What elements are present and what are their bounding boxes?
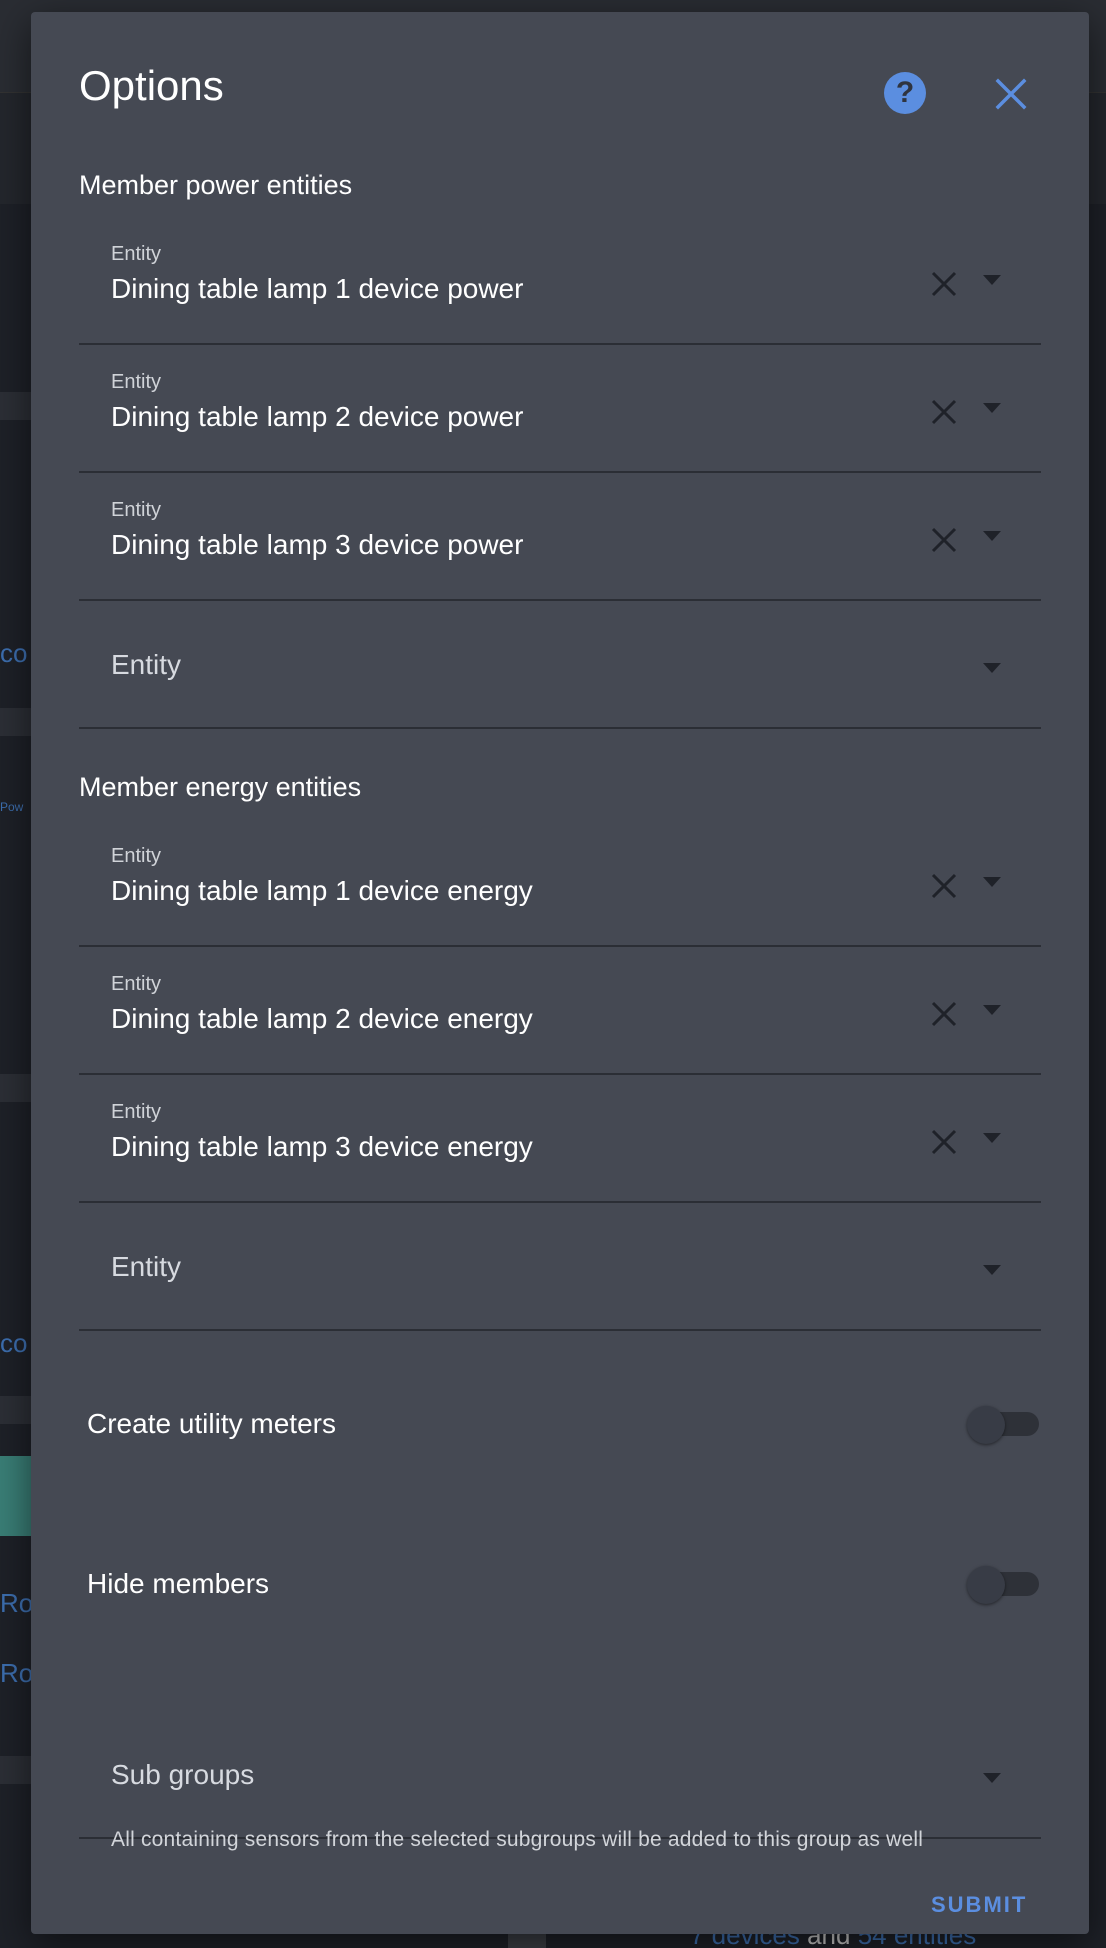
clear-icon[interactable] xyxy=(929,999,959,1029)
power-entity-field-empty[interactable]: Entity xyxy=(79,601,1041,729)
sub-groups-field[interactable]: Sub groups xyxy=(79,1711,1041,1839)
energy-entity-field-empty[interactable]: Entity xyxy=(79,1203,1041,1331)
energy-section-label: Member energy entities xyxy=(79,772,362,802)
submit-button[interactable]: SUBMIT xyxy=(931,1892,1027,1918)
background-link: co xyxy=(0,638,28,668)
field-label: Entity xyxy=(111,973,162,995)
energy-entity-field-3[interactable]: Entity Dining table lamp 3 device energy xyxy=(79,1075,1041,1203)
close-icon[interactable] xyxy=(991,74,1031,114)
power-entity-field-1[interactable]: Entity Dining table lamp 1 device power xyxy=(79,217,1041,345)
field-placeholder: Entity xyxy=(111,649,182,680)
clear-icon[interactable] xyxy=(929,1127,959,1157)
chevron-down-icon[interactable] xyxy=(981,529,1003,543)
chevron-down-icon[interactable] xyxy=(981,661,1003,675)
options-dialog: Options ? Member power entities Entity D… xyxy=(31,12,1089,1934)
power-entity-field-3[interactable]: Entity Dining table lamp 3 device power xyxy=(79,473,1041,601)
field-value: Dining table lamp 3 device energy xyxy=(111,1131,533,1162)
background-scroll-thumb xyxy=(508,1934,546,1948)
chevron-down-icon[interactable] xyxy=(981,1263,1003,1277)
hide-members-row: Hide members xyxy=(87,1554,1041,1614)
chevron-down-icon[interactable] xyxy=(981,273,1003,287)
field-value: Dining table lamp 2 device power xyxy=(111,401,524,432)
power-entity-field-2[interactable]: Entity Dining table lamp 2 device power xyxy=(79,345,1041,473)
toggle-knob xyxy=(967,1566,1005,1604)
help-icon[interactable]: ? xyxy=(884,72,926,114)
toggle-label: Hide members xyxy=(87,1568,270,1599)
sub-groups-helper-text: All containing sensors from the selected… xyxy=(111,1828,924,1851)
field-value: Dining table lamp 1 device energy xyxy=(111,875,533,906)
field-label: Entity xyxy=(111,845,162,867)
hide-members-toggle[interactable] xyxy=(967,1566,1041,1604)
chevron-down-icon[interactable] xyxy=(981,401,1003,415)
field-placeholder: Sub groups xyxy=(111,1759,255,1790)
background-link: co xyxy=(0,1328,28,1358)
field-value: Dining table lamp 2 device energy xyxy=(111,1003,533,1034)
field-label: Entity xyxy=(111,371,162,393)
power-section-label: Member power entities xyxy=(79,170,353,200)
clear-icon[interactable] xyxy=(929,525,959,555)
create-utility-meters-row: Create utility meters xyxy=(87,1394,1041,1454)
clear-icon[interactable] xyxy=(929,269,959,299)
field-label: Entity xyxy=(111,243,162,265)
energy-entity-field-1[interactable]: Entity Dining table lamp 1 device energy xyxy=(79,819,1041,947)
dialog-title: Options xyxy=(79,62,224,109)
chevron-down-icon[interactable] xyxy=(981,1131,1003,1145)
field-value: Dining table lamp 1 device power xyxy=(111,273,524,304)
field-label: Entity xyxy=(111,499,162,521)
toggle-knob xyxy=(967,1406,1005,1444)
toggle-label: Create utility meters xyxy=(87,1408,336,1439)
chevron-down-icon[interactable] xyxy=(981,1771,1003,1785)
field-placeholder: Entity xyxy=(111,1251,182,1282)
chevron-down-icon[interactable] xyxy=(981,875,1003,889)
background-link: Ro xyxy=(0,1658,34,1688)
clear-icon[interactable] xyxy=(929,397,959,427)
field-label: Entity xyxy=(111,1101,162,1123)
clear-icon[interactable] xyxy=(929,871,959,901)
background-link: Ro xyxy=(0,1588,34,1618)
create-utility-meters-toggle[interactable] xyxy=(967,1406,1041,1444)
chevron-down-icon[interactable] xyxy=(981,1003,1003,1017)
background-link: Pow xyxy=(0,800,24,814)
energy-entity-field-2[interactable]: Entity Dining table lamp 2 device energy xyxy=(79,947,1041,1075)
field-value: Dining table lamp 3 device power xyxy=(111,529,524,560)
